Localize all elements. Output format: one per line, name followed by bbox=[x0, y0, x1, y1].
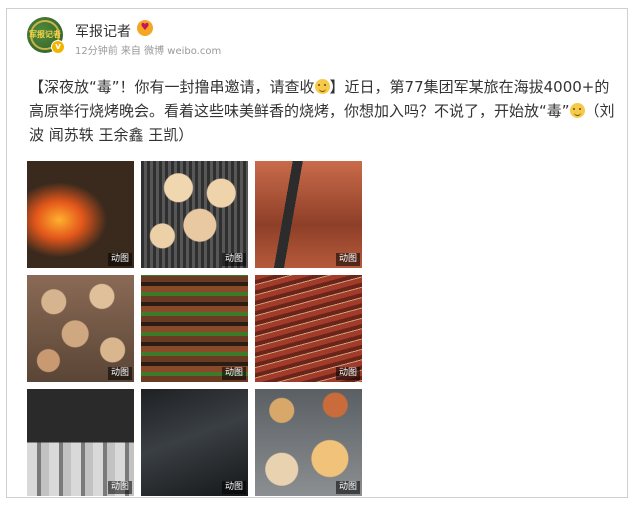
gif-tag: 动图 bbox=[107, 253, 132, 266]
username[interactable]: 军报记者 bbox=[75, 21, 131, 41]
weibo-post-card: 军报记者 v 军报记者 ♥ 12分钟前 来自 微博 weibo.com 【深夜放… bbox=[6, 8, 628, 498]
gif-tag: 动图 bbox=[221, 253, 246, 266]
gif-tag: 动图 bbox=[335, 481, 360, 494]
gif-tag: 动图 bbox=[221, 367, 246, 380]
image-thumbnail[interactable]: 动图 bbox=[27, 161, 134, 268]
image-thumbnail[interactable]: 动图 bbox=[27, 275, 134, 382]
smile-emoji-icon bbox=[314, 79, 330, 94]
image-thumbnail[interactable]: 动图 bbox=[141, 389, 248, 496]
image-thumbnail[interactable]: 动图 bbox=[255, 389, 362, 496]
gif-tag: 动图 bbox=[107, 481, 132, 494]
gif-tag: 动图 bbox=[335, 253, 360, 266]
verified-icon: v bbox=[51, 40, 65, 54]
post-text: 【深夜放“毒”！你有一封撸串邀请，请查收 】近日，第77集团军某旅在海拔4000+… bbox=[29, 75, 623, 147]
avatar-text: 军报记者 bbox=[29, 30, 61, 39]
image-thumbnail[interactable]: 动图 bbox=[255, 275, 362, 382]
gif-tag: 动图 bbox=[107, 367, 132, 380]
gif-tag: 动图 bbox=[335, 367, 360, 380]
gif-tag: 动图 bbox=[221, 481, 246, 494]
image-thumbnail[interactable]: 动图 bbox=[141, 161, 248, 268]
image-grid: 动图 动图 动图 动图 动图 动图 动图 动图 动图 bbox=[27, 161, 362, 499]
post-meta: 12分钟前 来自 微博 weibo.com bbox=[75, 46, 222, 57]
image-thumbnail[interactable]: 动图 bbox=[141, 275, 248, 382]
laugh-emoji-icon bbox=[569, 103, 585, 118]
image-thumbnail[interactable]: 动图 bbox=[255, 161, 362, 268]
heart-badge-icon: ♥ bbox=[137, 20, 153, 36]
post-text-part1: 【深夜放“毒”！你有一封撸串邀请，请查收 bbox=[29, 78, 315, 96]
image-thumbnail[interactable]: 动图 bbox=[27, 389, 134, 496]
